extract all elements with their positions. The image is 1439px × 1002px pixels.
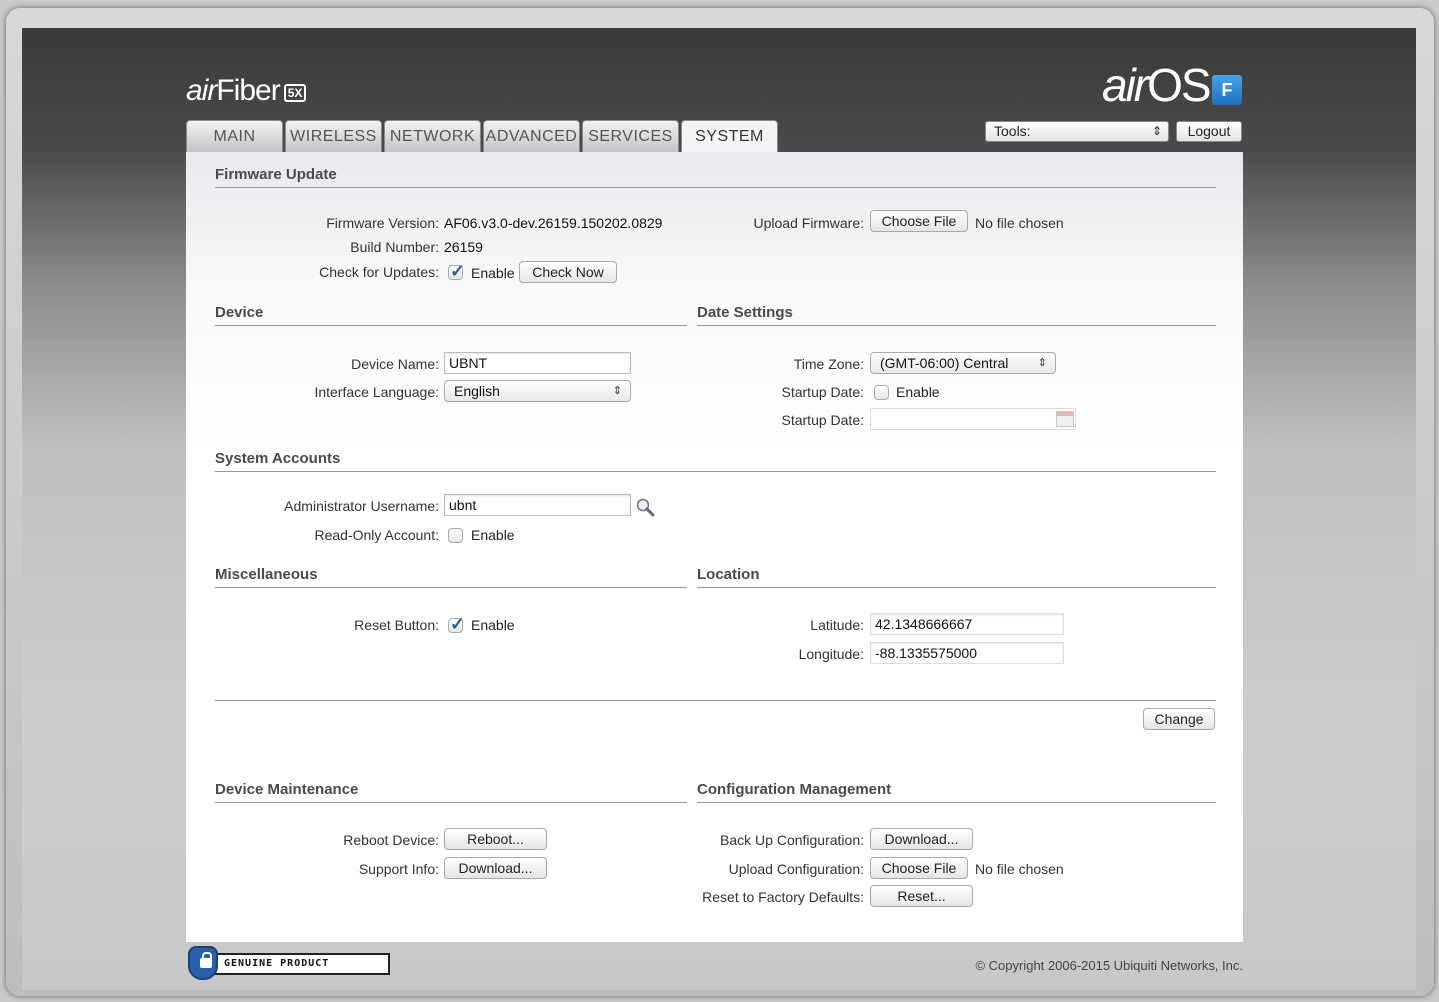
- select-arrows-icon: ⇕: [1037, 357, 1047, 369]
- startup-date-enable-text: Enable: [896, 384, 940, 400]
- tab-main[interactable]: MAIN: [186, 120, 283, 152]
- select-arrows-icon: ⇕: [1151, 124, 1162, 138]
- upload-firmware-label: Upload Firmware:: [753, 215, 864, 231]
- reset-button-enable-text: Enable: [471, 617, 515, 633]
- logo-airos-os: OS: [1147, 59, 1211, 111]
- time-zone-label: Time Zone:: [793, 356, 864, 372]
- logout-button[interactable]: Logout: [1176, 121, 1242, 142]
- section-title-device: Device: [215, 304, 687, 326]
- section-title-system-accounts: System Accounts: [215, 450, 1216, 472]
- support-info-label: Support Info:: [358, 861, 439, 877]
- reset-button-label: Reset Button:: [354, 617, 439, 633]
- logo-airos-air: air: [1102, 59, 1149, 111]
- startup-date-input[interactable]: [870, 408, 1076, 430]
- tab-wireless[interactable]: WIRELESS: [285, 120, 382, 152]
- firmware-version-label: Firmware Version:: [326, 215, 439, 231]
- time-zone-select[interactable]: (GMT-06:00) Central ⇕: [870, 352, 1056, 374]
- check-updates-checkbox[interactable]: ✓: [448, 261, 465, 281]
- airfiber-logo: airFiber 5X: [186, 74, 307, 108]
- reboot-device-label: Reboot Device:: [343, 832, 439, 848]
- check-updates-enable-label: Enable: [471, 265, 515, 281]
- tab-services[interactable]: SERVICES: [582, 120, 679, 152]
- tab-advanced[interactable]: ADVANCED: [483, 120, 580, 152]
- interface-language-label: Interface Language:: [314, 384, 439, 400]
- section-title-device-maintenance: Device Maintenance: [215, 781, 687, 803]
- genuine-product-banner: GENUINE PRODUCT: [212, 953, 390, 975]
- tools-select[interactable]: Tools: ⇕: [985, 121, 1169, 142]
- check-updates-label: Check for Updates:: [319, 264, 439, 280]
- logo-fiber-text: Fiber: [216, 74, 280, 107]
- logo-air-text: air: [186, 74, 217, 107]
- logo-f-badge: F: [1212, 75, 1242, 105]
- startup-date-label: Startup Date:: [781, 412, 865, 428]
- factory-reset-button[interactable]: Reset...: [870, 885, 973, 907]
- airos-logo: airOS F: [1102, 58, 1242, 112]
- tab-system[interactable]: SYSTEM: [681, 120, 778, 154]
- system-panel: Firmware Update Firmware Version: AF06.v…: [186, 152, 1243, 942]
- select-arrows-icon: ⇕: [612, 385, 622, 397]
- section-title-miscellaneous: Miscellaneous: [215, 566, 687, 588]
- calendar-icon[interactable]: [1056, 411, 1074, 427]
- read-only-account-enable-text: Enable: [471, 527, 515, 543]
- upload-firmware-choose-file-button[interactable]: Choose File: [870, 210, 968, 232]
- lock-icon: [200, 952, 212, 968]
- longitude-label: Longitude:: [798, 646, 864, 662]
- copyright-text: © Copyright 2006-2015 Ubiquiti Networks,…: [975, 958, 1243, 973]
- upload-firmware-file-status: No file chosen: [975, 215, 1064, 231]
- build-number-value: 26159: [444, 239, 483, 255]
- shield-icon: [188, 946, 218, 980]
- support-info-download-button[interactable]: Download...: [444, 857, 547, 879]
- read-only-account-label: Read-Only Account:: [314, 527, 439, 543]
- checkmark-icon: ✓: [450, 261, 466, 281]
- admin-username-label: Administrator Username:: [284, 498, 439, 514]
- longitude-input[interactable]: -88.1335575000: [870, 642, 1064, 664]
- firmware-version-value: AF06.v3.0-dev.26159.150202.0829: [444, 215, 663, 231]
- change-button[interactable]: Change: [1143, 708, 1215, 730]
- upload-config-file-status: No file chosen: [975, 861, 1064, 877]
- startup-date-checkbox[interactable]: [874, 385, 889, 400]
- backup-config-download-button[interactable]: Download...: [870, 828, 973, 850]
- device-name-input[interactable]: UBNT: [444, 352, 631, 374]
- time-zone-value: (GMT-06:00) Central: [880, 355, 1009, 371]
- read-only-account-checkbox[interactable]: [448, 528, 463, 543]
- upload-config-choose-file-button[interactable]: Choose File: [870, 857, 968, 879]
- startup-date-enable-label: Startup Date:: [781, 384, 865, 400]
- latitude-input[interactable]: 42.1348666667: [870, 613, 1064, 635]
- upload-config-label: Upload Configuration:: [728, 861, 864, 877]
- tab-network[interactable]: NETWORK: [384, 120, 481, 152]
- genuine-product-badge: GENUINE PRODUCT: [186, 946, 390, 980]
- device-name-label: Device Name:: [351, 356, 439, 372]
- section-title-firmware: Firmware Update: [215, 166, 1216, 188]
- factory-reset-label: Reset to Factory Defaults:: [702, 889, 864, 905]
- latitude-label: Latitude:: [810, 617, 864, 633]
- checkmark-icon: ✓: [450, 614, 466, 634]
- section-title-date-settings: Date Settings: [697, 304, 1216, 326]
- footer: GENUINE PRODUCT © Copyright 2006-2015 Ub…: [186, 942, 1243, 982]
- search-icon[interactable]: [635, 497, 655, 517]
- backup-config-label: Back Up Configuration:: [720, 832, 864, 848]
- divider: [215, 700, 1216, 701]
- build-number-label: Build Number:: [350, 239, 439, 255]
- reset-button-checkbox[interactable]: ✓: [448, 614, 465, 634]
- interface-language-value: English: [454, 383, 500, 399]
- interface-language-select[interactable]: English ⇕: [444, 380, 631, 402]
- main-tabs: MAIN WIRELESS NETWORK ADVANCED SERVICES …: [186, 120, 780, 154]
- section-title-location: Location: [697, 566, 1216, 588]
- reboot-button[interactable]: Reboot...: [444, 828, 547, 850]
- check-now-button[interactable]: Check Now: [519, 261, 617, 283]
- section-title-configuration-management: Configuration Management: [697, 781, 1216, 803]
- admin-username-input[interactable]: ubnt: [444, 494, 631, 516]
- tools-select-label: Tools:: [994, 123, 1031, 139]
- logo-5x-badge: 5X: [283, 84, 307, 102]
